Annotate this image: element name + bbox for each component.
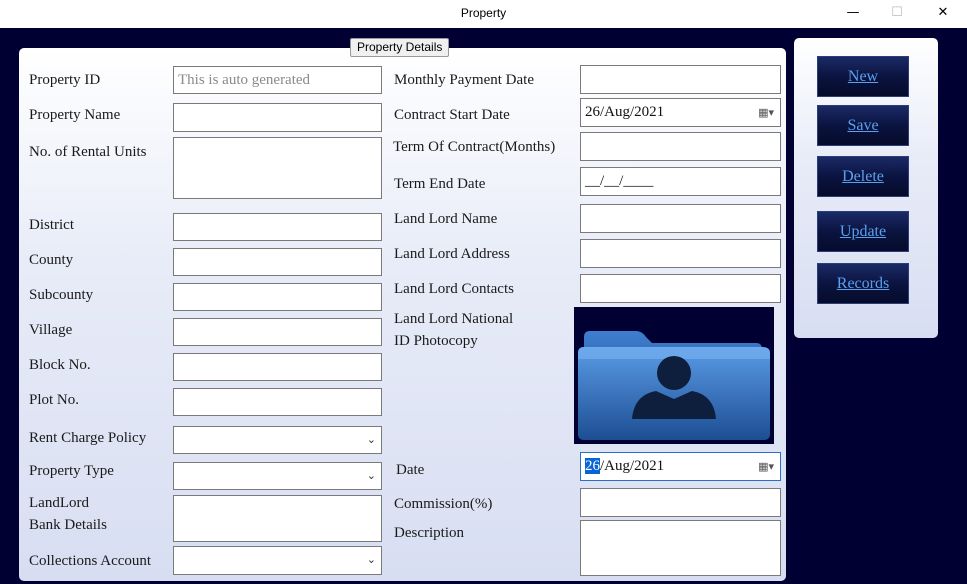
window-title: Property	[460, 6, 507, 20]
description-label: Description	[394, 525, 464, 541]
property-type-label: Property Type	[29, 463, 114, 479]
village-input[interactable]	[173, 318, 382, 346]
county-input[interactable]	[173, 248, 382, 276]
collections-account-label: Collections Account	[29, 553, 152, 569]
chevron-down-icon: ⌄	[366, 433, 376, 446]
district-input[interactable]	[173, 213, 382, 241]
rental-units-label: No. of Rental Units	[29, 144, 147, 160]
term-of-contract-label: Term Of Contract(Months)	[393, 139, 556, 155]
block-no-input[interactable]	[173, 353, 382, 381]
date-datepicker[interactable]: 26/Aug/2021 ▦▾	[580, 452, 781, 481]
new-button[interactable]: New	[817, 56, 909, 97]
date-day-segment: 26	[585, 458, 600, 474]
property-id-label: Property ID	[29, 72, 101, 88]
plot-no-label: Plot No.	[29, 392, 80, 408]
maximize-button[interactable]: ☐	[885, 5, 909, 20]
group-title: Property Details	[350, 38, 450, 57]
contract-start-label: Contract Start Date	[394, 107, 510, 123]
county-label: County	[29, 252, 74, 268]
term-end-masked-input[interactable]: __/__/____	[580, 167, 781, 196]
term-end-value: __/__/____	[585, 173, 654, 189]
calendar-icon[interactable]: ▦▾	[758, 454, 774, 480]
national-id-photo[interactable]	[574, 307, 774, 444]
chevron-down-icon: ⌄	[366, 553, 376, 566]
term-of-contract-input[interactable]	[580, 132, 781, 161]
description-textarea[interactable]	[580, 520, 781, 576]
district-label: District	[29, 217, 74, 233]
national-id-label-line1: Land Lord National	[394, 311, 514, 327]
collections-account-select[interactable]: ⌄	[173, 546, 382, 575]
landlord-name-input[interactable]	[580, 204, 781, 233]
bank-details-textarea[interactable]	[173, 495, 382, 542]
landlord-contacts-input[interactable]	[580, 274, 781, 303]
village-label: Village	[29, 322, 73, 338]
delete-button[interactable]: Delete	[817, 156, 909, 197]
bank-details-label-line2: Bank Details	[29, 517, 107, 533]
minimize-button[interactable]: —	[841, 5, 865, 20]
monthly-payment-input[interactable]	[580, 65, 781, 94]
calendar-icon[interactable]: ▦▾	[758, 100, 774, 126]
rental-units-textarea[interactable]	[173, 137, 382, 199]
national-id-label-line2: ID Photocopy	[394, 333, 478, 349]
rent-policy-label: Rent Charge Policy	[29, 430, 147, 446]
update-button[interactable]: Update	[817, 211, 909, 252]
property-id-input[interactable]: This is auto generated	[173, 66, 382, 94]
subcounty-input[interactable]	[173, 283, 382, 311]
date-label: Date	[396, 462, 425, 478]
contract-start-datepicker[interactable]: 26/Aug/2021 ▦▾	[580, 98, 781, 127]
title-bar: Property — ☐ ✕	[0, 0, 967, 28]
plot-no-input[interactable]	[173, 388, 382, 416]
commission-input[interactable]	[580, 488, 781, 517]
records-button[interactable]: Records	[817, 263, 909, 304]
property-type-select[interactable]: ⌄	[173, 462, 382, 490]
property-name-label: Property Name	[29, 107, 121, 123]
term-end-label: Term End Date	[394, 176, 486, 192]
close-button[interactable]: ✕	[931, 5, 955, 20]
landlord-name-label: Land Lord Name	[394, 211, 498, 227]
rent-policy-select[interactable]: ⌄	[173, 426, 382, 454]
contract-start-value: 26/Aug/2021	[585, 104, 665, 120]
monthly-payment-label: Monthly Payment Date	[394, 72, 534, 88]
property-name-input[interactable]	[173, 103, 382, 132]
save-button[interactable]: Save	[817, 105, 909, 146]
user-folder-icon	[578, 331, 770, 440]
date-rest-value: /Aug/2021	[600, 458, 665, 474]
commission-label: Commission(%)	[394, 496, 493, 512]
subcounty-label: Subcounty	[29, 287, 94, 303]
block-no-label: Block No.	[29, 357, 91, 373]
chevron-down-icon: ⌄	[366, 469, 376, 482]
landlord-address-label: Land Lord Address	[394, 246, 510, 262]
bank-details-label-line1: LandLord	[29, 495, 89, 511]
landlord-address-input[interactable]	[580, 239, 781, 268]
landlord-contacts-label: Land Lord Contacts	[394, 281, 514, 297]
